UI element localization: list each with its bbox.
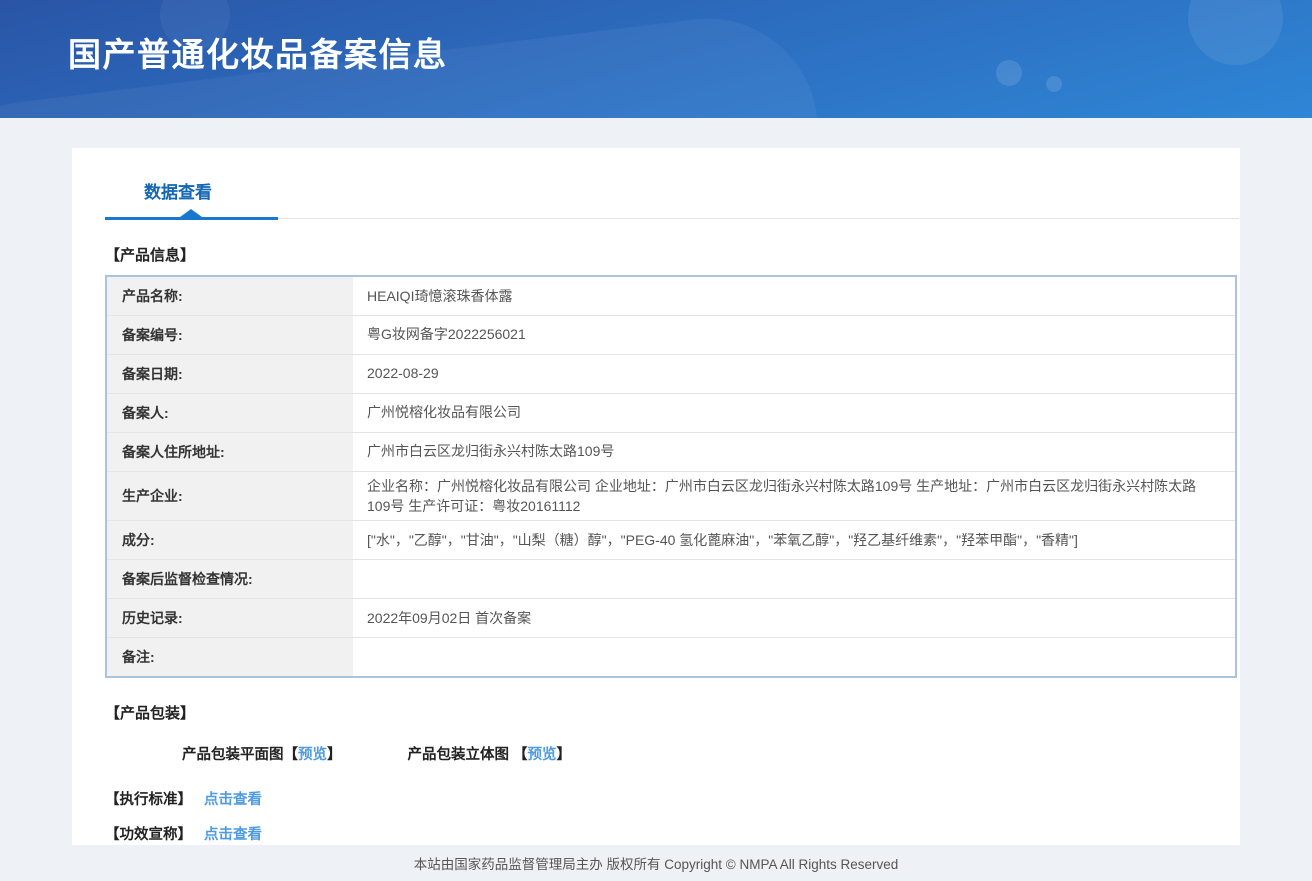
page-footer: 本站由国家药品监督管理局主办 版权所有 Copyright © NMPA All… bbox=[0, 845, 1312, 881]
packaging-solid-preview-link[interactable]: 预览 bbox=[528, 747, 557, 763]
bracket-close: 】 bbox=[327, 747, 342, 763]
field-value: 广州市白云区龙归街永兴村陈太路109号 bbox=[353, 432, 1236, 471]
packaging-solid-item: 产品包装立体图 【预览】 bbox=[408, 743, 572, 764]
packaging-solid-label: 产品包装立体图 bbox=[408, 747, 514, 763]
table-row: 备案日期: 2022-08-29 bbox=[106, 354, 1236, 393]
header-decoration bbox=[1188, 0, 1283, 65]
field-label: 备案编号: bbox=[106, 315, 353, 354]
field-label: 备案后监督检查情况: bbox=[106, 560, 353, 599]
product-info-heading: 【产品信息】 bbox=[105, 244, 1240, 265]
field-label: 历史记录: bbox=[106, 599, 353, 638]
table-row: 成分: ["水"，"乙醇"，"甘油"，"山梨（糖）醇"，"PEG-40 氢化蓖麻… bbox=[106, 521, 1236, 560]
standard-heading: 【执行标准】 bbox=[105, 792, 192, 808]
field-label: 备案人住所地址: bbox=[106, 432, 353, 471]
efficacy-heading: 【功效宣称】 bbox=[105, 827, 192, 843]
table-row: 生产企业: 企业名称：广州悦榕化妆品有限公司 企业地址：广州市白云区龙归街永兴村… bbox=[106, 471, 1236, 521]
table-row: 产品名称: HEAIQI琦憶滚珠香体露 bbox=[106, 276, 1236, 315]
packaging-flat-label: 产品包装平面图 bbox=[182, 747, 284, 763]
field-value: 广州悦榕化妆品有限公司 bbox=[353, 393, 1236, 432]
table-row: 历史记录: 2022年09月02日 首次备案 bbox=[106, 599, 1236, 638]
field-value: 2022-08-29 bbox=[353, 354, 1236, 393]
table-row: 备注: bbox=[106, 638, 1236, 677]
header-decoration bbox=[996, 60, 1022, 86]
tab-active-indicator bbox=[105, 217, 278, 220]
bracket-close: 】 bbox=[557, 747, 572, 763]
packaging-links-row: 产品包装平面图【预览】 产品包装立体图 【预览】 bbox=[182, 743, 1240, 764]
page-title: 国产普通化妆品备案信息 bbox=[68, 28, 448, 76]
header-decoration bbox=[1046, 76, 1062, 92]
product-info-table: 产品名称: HEAIQI琦憶滚珠香体露 备案编号: 粤G妆网备字20222560… bbox=[105, 275, 1237, 678]
field-label: 备注: bbox=[106, 638, 353, 677]
tab-active-arrow-icon bbox=[180, 209, 202, 217]
packaging-flat-item: 产品包装平面图【预览】 bbox=[182, 743, 342, 764]
field-label: 产品名称: bbox=[106, 276, 353, 315]
bracket-open: 【 bbox=[513, 747, 528, 763]
field-value bbox=[353, 560, 1236, 599]
packaging-heading: 【产品包装】 bbox=[105, 702, 1240, 723]
tab-underline bbox=[105, 217, 1239, 220]
content-card: 数据查看 【产品信息】 产品名称: HEAIQI琦憶滚珠香体露 备案编号: 粤G… bbox=[72, 148, 1240, 845]
efficacy-row: 【功效宣称】点击查看 bbox=[105, 823, 1240, 844]
bracket-open: 【 bbox=[284, 747, 299, 763]
table-row: 备案编号: 粤G妆网备字2022256021 bbox=[106, 315, 1236, 354]
copyright-text: 本站由国家药品监督管理局主办 版权所有 Copyright © NMPA All… bbox=[414, 853, 899, 873]
field-value bbox=[353, 638, 1236, 677]
field-label: 备案人: bbox=[106, 393, 353, 432]
field-value: ["水"，"乙醇"，"甘油"，"山梨（糖）醇"，"PEG-40 氢化蓖麻油"，"… bbox=[353, 521, 1236, 560]
field-label: 备案日期: bbox=[106, 354, 353, 393]
field-value: 2022年09月02日 首次备案 bbox=[353, 599, 1236, 638]
field-value: HEAIQI琦憶滚珠香体露 bbox=[353, 276, 1236, 315]
field-label: 成分: bbox=[106, 521, 353, 560]
packaging-flat-preview-link[interactable]: 预览 bbox=[298, 747, 327, 763]
field-value: 粤G妆网备字2022256021 bbox=[353, 315, 1236, 354]
table-row: 备案人住所地址: 广州市白云区龙归街永兴村陈太路109号 bbox=[106, 432, 1236, 471]
efficacy-view-link[interactable]: 点击查看 bbox=[204, 827, 262, 843]
table-row: 备案人: 广州悦榕化妆品有限公司 bbox=[106, 393, 1236, 432]
tab-data-view[interactable]: 数据查看 bbox=[144, 178, 212, 203]
standard-row: 【执行标准】点击查看 bbox=[105, 788, 1240, 809]
standard-view-link[interactable]: 点击查看 bbox=[204, 792, 262, 808]
field-label: 生产企业: bbox=[106, 471, 353, 521]
field-value: 企业名称：广州悦榕化妆品有限公司 企业地址：广州市白云区龙归街永兴村陈太路109… bbox=[353, 471, 1236, 521]
table-row: 备案后监督检查情况: bbox=[106, 560, 1236, 599]
page-header: 国产普通化妆品备案信息 bbox=[0, 0, 1312, 118]
